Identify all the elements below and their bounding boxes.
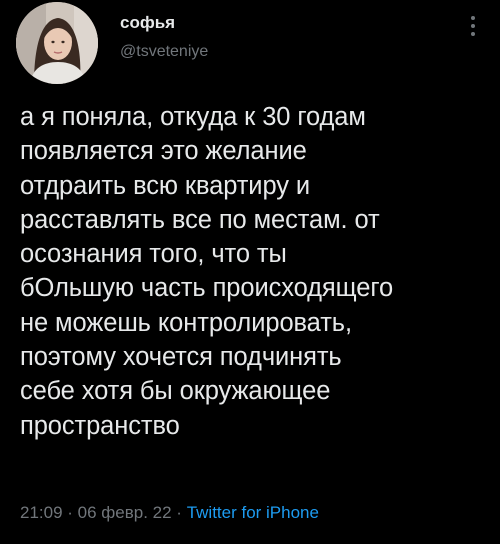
meta-separator: · <box>62 503 78 522</box>
more-options-button[interactable] <box>468 14 478 40</box>
tweet-time[interactable]: 21:09 <box>20 503 63 522</box>
avatar-photo <box>16 2 98 84</box>
author-info: софья @tsveteniye <box>120 12 208 62</box>
tweet: софья @tsveteniye а я поняла, откуда к 3… <box>0 0 500 544</box>
tweet-source-link[interactable]: Twitter for iPhone <box>187 503 319 522</box>
more-vertical-icon <box>471 16 475 36</box>
avatar[interactable] <box>16 2 98 84</box>
tweet-metadata: 21:09 · 06 февр. 22 · Twitter for iPhone <box>20 502 319 524</box>
author-display-name[interactable]: софья <box>120 12 208 34</box>
tweet-text: а я поняла, откуда к 30 годам появляется… <box>20 103 394 440</box>
author-handle[interactable]: @tsveteniye <box>120 42 208 62</box>
tweet-date[interactable]: 06 февр. 22 <box>78 503 172 522</box>
meta-separator: · <box>171 503 187 522</box>
